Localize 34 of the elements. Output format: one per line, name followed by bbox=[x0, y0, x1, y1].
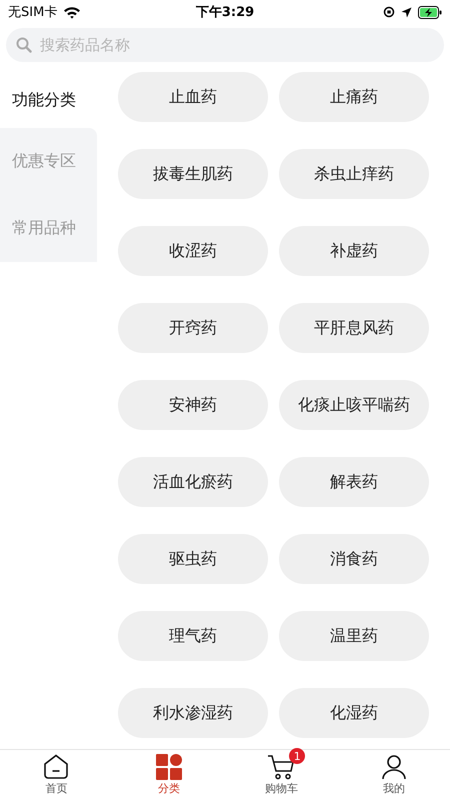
category-button[interactable]: 止血药 bbox=[118, 72, 268, 122]
category-button[interactable]: 拔毒生肌药 bbox=[118, 149, 268, 199]
carrier-text: 无SIM卡 bbox=[8, 4, 58, 21]
category-button[interactable]: 止痛药 bbox=[279, 72, 429, 122]
wifi-icon bbox=[63, 6, 82, 18]
home-icon bbox=[43, 754, 70, 780]
tab-label: 首页 bbox=[45, 781, 68, 796]
category-button[interactable]: 消食药 bbox=[279, 534, 429, 584]
location-icon bbox=[401, 6, 412, 18]
category-button[interactable]: 化痰止咳平喘药 bbox=[279, 380, 429, 430]
category-button[interactable]: 利水渗湿药 bbox=[118, 688, 268, 738]
category-button[interactable]: 化湿药 bbox=[279, 688, 429, 738]
category-button[interactable]: 温里药 bbox=[279, 611, 429, 661]
tab-label: 购物车 bbox=[264, 781, 298, 796]
category-button[interactable]: 收涩药 bbox=[118, 226, 268, 276]
category-button[interactable]: 理气药 bbox=[118, 611, 268, 661]
grid-icon bbox=[156, 754, 182, 780]
cart-icon bbox=[267, 754, 296, 780]
category-button[interactable]: 开窍药 bbox=[118, 303, 268, 353]
tab-label: 分类 bbox=[158, 781, 180, 796]
tab-label: 我的 bbox=[382, 781, 405, 796]
category-button[interactable]: 杀虫止痒药 bbox=[279, 149, 429, 199]
clock-time: 下午3:29 bbox=[196, 4, 254, 21]
person-icon bbox=[380, 754, 407, 780]
search-field[interactable]: 搜索药品名称 bbox=[6, 28, 444, 62]
rotation-lock-icon bbox=[383, 6, 395, 18]
category-button[interactable]: 补虚药 bbox=[279, 226, 429, 276]
cart-count-badge: 1 bbox=[289, 748, 306, 764]
category-button[interactable]: 驱虫药 bbox=[118, 534, 268, 584]
category-button[interactable]: 活血化瘀药 bbox=[118, 457, 268, 507]
category-button[interactable]: 安神药 bbox=[118, 380, 268, 430]
battery-icon bbox=[418, 6, 442, 18]
category-button[interactable]: 解表药 bbox=[279, 457, 429, 507]
category-button[interactable]: 平肝息风药 bbox=[279, 303, 429, 353]
